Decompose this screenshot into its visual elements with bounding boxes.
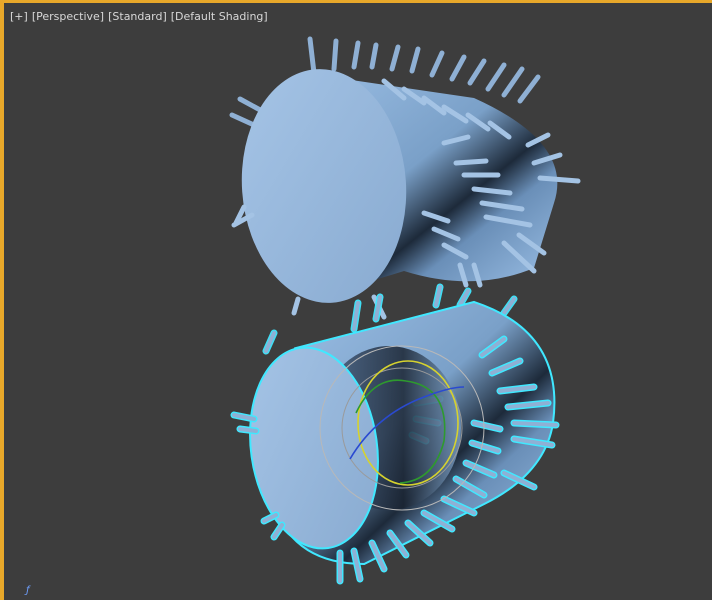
scene-canvas[interactable] (4, 3, 712, 600)
axis-tripod-icon: ƒ (26, 585, 30, 596)
viewport-menu-plus[interactable]: [+] (10, 10, 28, 23)
viewport-label-bar: [+] [Perspective] [Standard] [Default Shadi… (10, 10, 272, 23)
perspective-viewport[interactable]: [+] [Perspective] [Standard] [Default Shadi… (0, 0, 712, 600)
top-cylinder[interactable] (229, 36, 581, 320)
bottom-cylinder-selected[interactable] (230, 283, 560, 585)
viewport-menu-perspective[interactable]: [Perspective] (32, 10, 104, 23)
viewport-menu-shading[interactable]: [Default Shading] (171, 10, 268, 23)
viewport-menu-standard[interactable]: [Standard] (108, 10, 167, 23)
